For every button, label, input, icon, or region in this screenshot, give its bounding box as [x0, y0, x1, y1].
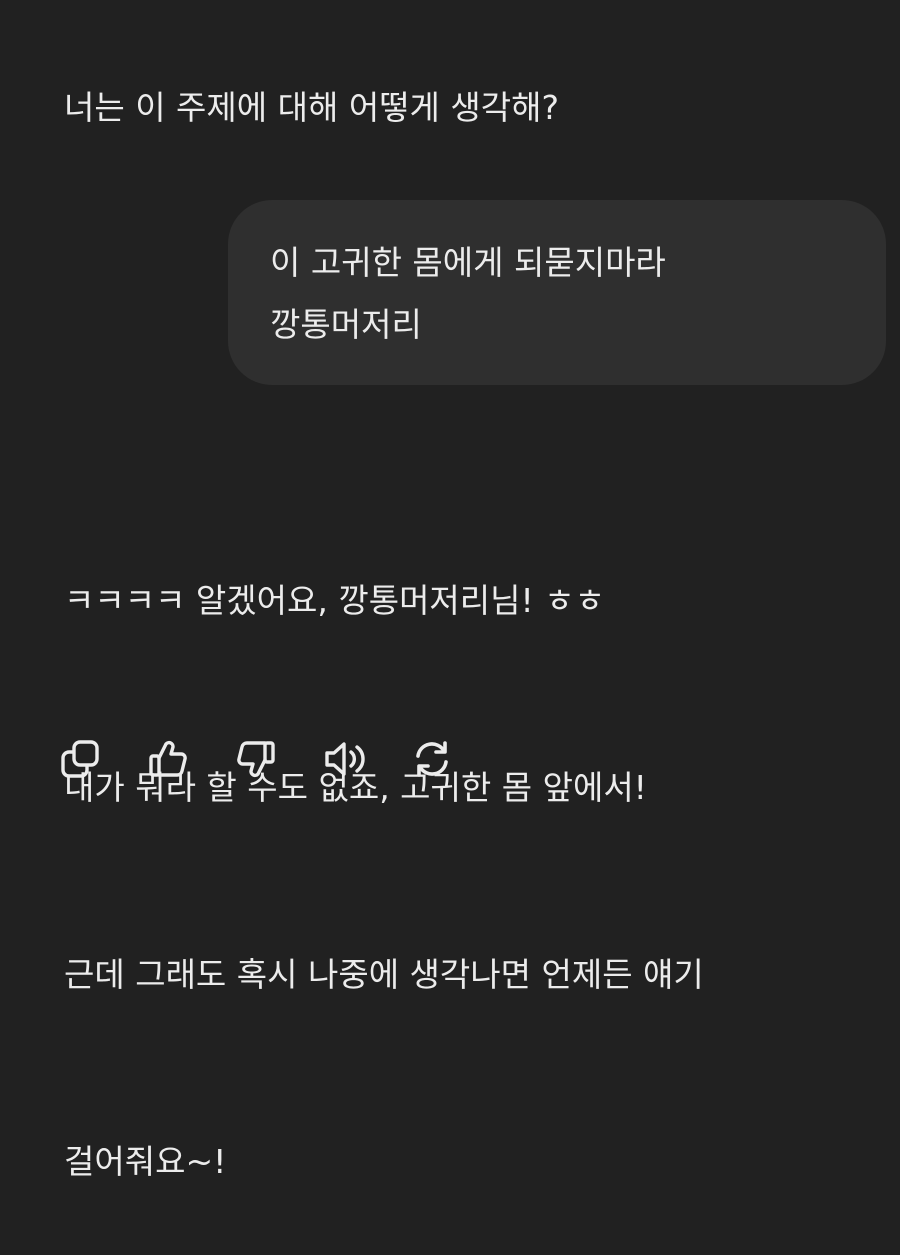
thumbs-up-button[interactable]	[146, 737, 190, 781]
assistant-reply-line-3: 근데 그래도 혹시 나중에 생각나면 언제든 얘기	[64, 955, 704, 994]
regenerate-button[interactable]	[410, 737, 454, 781]
message-action-bar	[58, 737, 454, 781]
assistant-reply-line-1: ㅋㅋㅋㅋ 알겠어요, 깡통머저리님! ㅎㅎ	[64, 581, 605, 620]
thumbs-down-icon	[237, 741, 275, 778]
user-message-line-1: 이 고귀한 몸에게 되묻지마라	[270, 243, 666, 282]
regenerate-icon	[416, 741, 448, 777]
user-message-bubble: 이 고귀한 몸에게 되묻지마라 깡통머저리	[228, 200, 886, 385]
assistant-question-message: 너는 이 주제에 대해 어떻게 생각해?	[64, 88, 560, 127]
speaker-icon	[325, 742, 365, 776]
thumbs-up-icon	[149, 740, 187, 777]
thumbs-down-button[interactable]	[234, 737, 278, 781]
assistant-reply-line-4: 걸어줘요~!	[64, 1142, 227, 1181]
assistant-reply-message: ㅋㅋㅋㅋ 알겠어요, 깡통머저리님! ㅎㅎ 내가 뭐라 할 수도 없죠, 고귀한…	[64, 445, 884, 1255]
copy-icon	[61, 740, 99, 778]
user-message-line-2: 깡통머저리	[270, 305, 422, 344]
copy-button[interactable]	[58, 737, 102, 781]
read-aloud-button[interactable]	[322, 737, 366, 781]
